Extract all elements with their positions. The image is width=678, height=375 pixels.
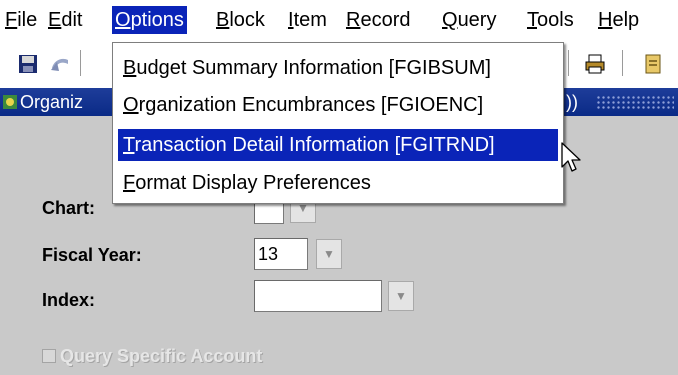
query-specific-account-checkbox[interactable]: Query Specific Account [42, 344, 262, 368]
checkbox-icon [42, 349, 56, 363]
mouse-pointer-icon [561, 142, 581, 172]
fiscal-year-input[interactable]: 13 [254, 238, 308, 270]
dropdown-arrow-icon: ▼ [323, 247, 335, 261]
menu-block[interactable]: Block [216, 6, 265, 34]
index-input[interactable] [254, 280, 382, 312]
clipboard-icon[interactable] [642, 52, 666, 76]
fiscal-year-label: Fiscal Year: [42, 245, 142, 265]
menu-help[interactable]: Help [598, 6, 639, 34]
chart-label: Chart: [42, 198, 95, 218]
menu-record[interactable]: Record [346, 6, 410, 34]
save-icon[interactable] [16, 52, 40, 76]
query-specific-account-label: Query Specific Account [60, 346, 263, 366]
dropdown-arrow-icon: ▼ [395, 289, 407, 303]
title-bar-pattern [596, 95, 674, 109]
index-label: Index: [42, 290, 96, 310]
menu-option-budget-summary[interactable]: Budget Summary Information [FGIBSUM] [118, 52, 558, 84]
index-lookup-button[interactable]: ▼ [388, 281, 414, 311]
menu-query[interactable]: Query [442, 6, 496, 34]
menu-item[interactable]: Item [288, 6, 327, 34]
print-icon[interactable] [583, 52, 607, 76]
menu-bar: File Edit Options Block Item Record Quer… [0, 0, 678, 40]
menu-options[interactable]: Options [112, 6, 187, 34]
toolbar-separator [568, 50, 570, 76]
fiscal-year-lookup-button[interactable]: ▼ [316, 239, 342, 269]
window-icon [3, 95, 17, 109]
window-title: Organiz [20, 92, 84, 112]
menu-option-format-display-preferences[interactable]: Format Display Preferences [118, 167, 558, 199]
menu-tools[interactable]: Tools [527, 6, 574, 34]
options-menu-dropdown: Budget Summary Information [FGIBSUM] Org… [112, 42, 564, 204]
toolbar-separator [80, 50, 82, 76]
rollback-icon[interactable] [48, 52, 72, 76]
menu-file[interactable]: File [5, 6, 37, 34]
window-title-tail: )) [566, 92, 578, 112]
menu-edit[interactable]: Edit [48, 6, 82, 34]
menu-option-transaction-detail[interactable]: Transaction Detail Information [FGITRND] [118, 129, 558, 161]
toolbar-separator [622, 50, 624, 76]
menu-option-organization-encumbrances[interactable]: Organization Encumbrances [FGIOENC] [118, 89, 558, 121]
